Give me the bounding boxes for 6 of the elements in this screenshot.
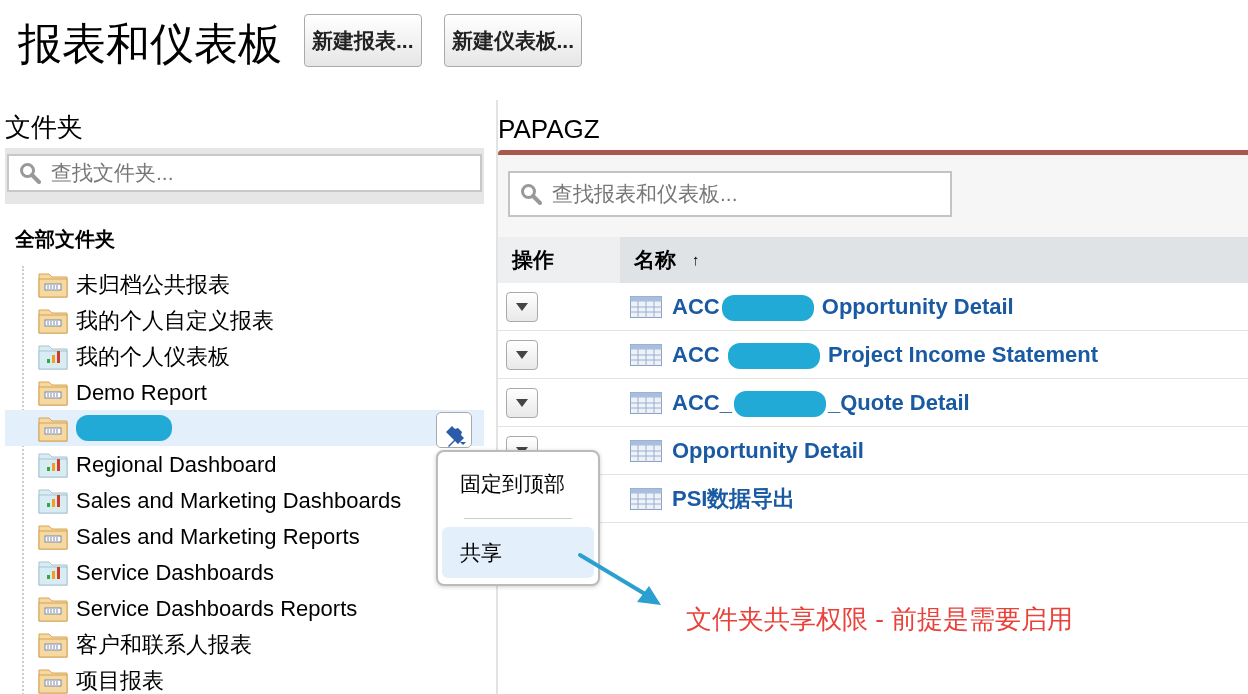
annotation-text: 文件夹共享权限 - 前提是需要启用 — [686, 603, 1074, 636]
page-title: 报表和仪表板 — [18, 18, 282, 70]
tree-heading: 全部文件夹 — [15, 227, 116, 252]
panel-title: PAPAGZ — [498, 113, 601, 146]
section-heading: 文件夹 — [5, 112, 84, 144]
sort-icon: ↑ — [692, 248, 700, 272]
